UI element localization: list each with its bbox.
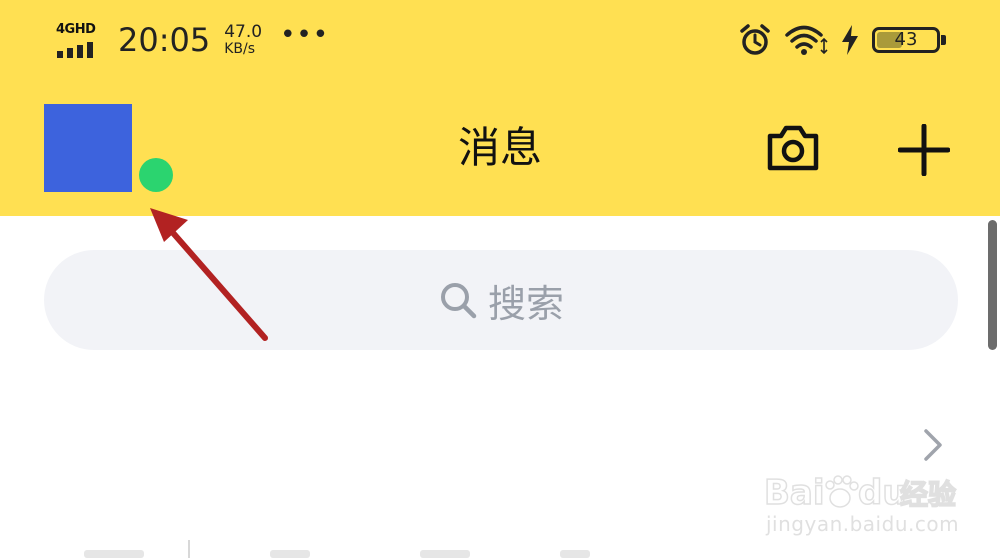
status-time: 20:05 [118, 21, 211, 59]
search-icon [440, 283, 477, 319]
battery-icon: 43 [872, 27, 948, 53]
signal-icon: 4GHD [56, 22, 100, 58]
baidu-watermark: Bai du 经验 jingyan.baidu.com [760, 448, 960, 540]
signal-bars-icon [57, 42, 93, 58]
network-speed-value: 47.0 [224, 21, 263, 42]
search-placeholder: 搜索 [487, 281, 564, 326]
search-bar[interactable]: 搜索 [44, 250, 958, 350]
status-bar-left: 4GHD 20:05 47.0 KB/s ••• [56, 18, 329, 62]
svg-text:Bai: Bai [764, 473, 825, 512]
scrollbar-thumb[interactable] [988, 220, 997, 350]
network-speed-unit: KB/s [224, 40, 256, 57]
list-item-peek [560, 550, 590, 558]
list-divider [188, 540, 190, 558]
app-header: 4GHD 20:05 47.0 KB/s ••• 43 消息 [0, 0, 1000, 216]
camera-icon[interactable] [766, 124, 820, 172]
battery-tip [941, 35, 946, 45]
list-item-peek [84, 550, 144, 558]
charging-icon [842, 25, 858, 55]
status-bar-right: 43 [738, 18, 948, 62]
alarm-icon [740, 24, 770, 55]
page-title: 消息 [457, 123, 542, 172]
baidu-jingyan-logo: Bai du 经验 [763, 472, 957, 512]
plus-icon[interactable] [898, 124, 950, 176]
network-type: 4GHD [56, 22, 96, 37]
more-notifications-icon: ••• [280, 20, 330, 50]
battery-level: 43 [894, 29, 918, 50]
watermark-url: jingyan.baidu.com [766, 512, 960, 536]
list-item-peek [420, 550, 470, 558]
network-speed: 47.0 KB/s [224, 21, 263, 57]
list-item-peek [270, 550, 310, 558]
svg-text:经验: 经验 [900, 478, 956, 511]
wifi-icon [785, 25, 828, 55]
